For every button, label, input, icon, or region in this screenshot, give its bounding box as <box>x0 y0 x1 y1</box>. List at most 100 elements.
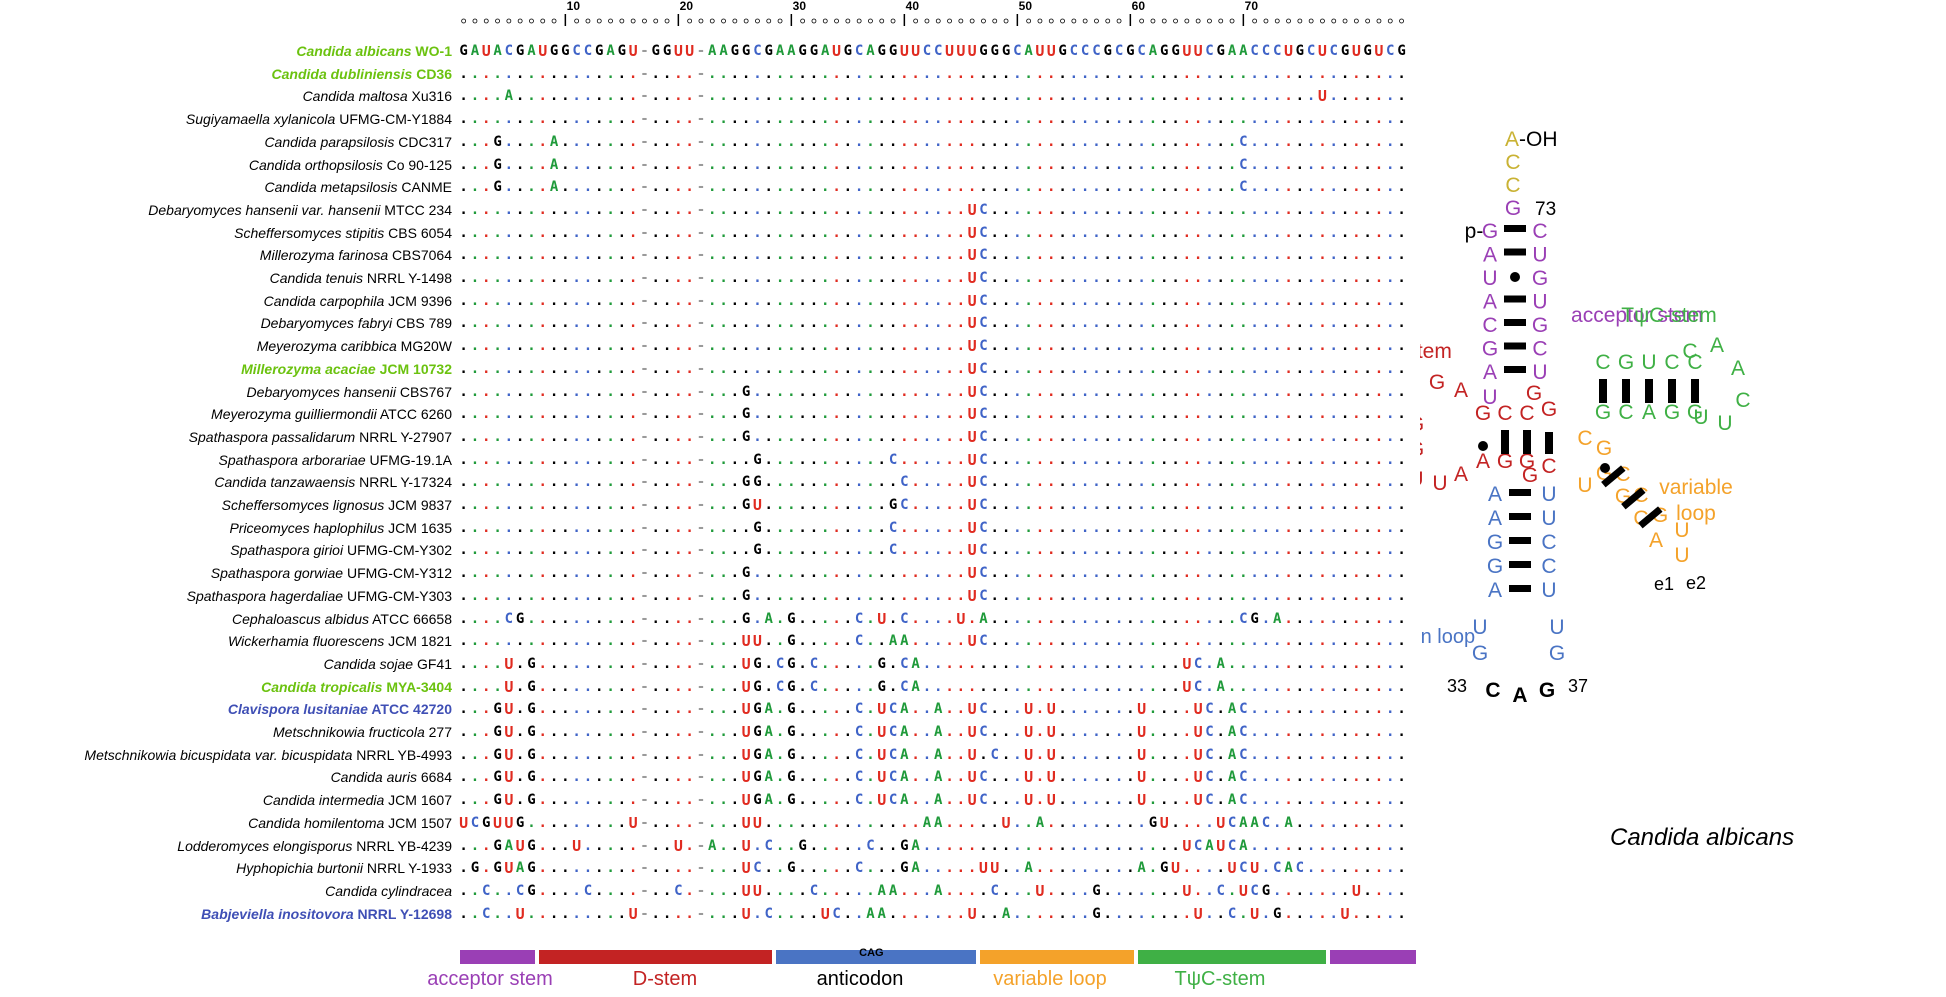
identity-dot: . <box>1249 676 1260 698</box>
identity-dot: . <box>1068 199 1079 221</box>
identity-dot: . <box>1306 267 1317 289</box>
identity-dot: . <box>887 85 898 107</box>
identity-dot: . <box>1339 290 1350 312</box>
identity-dot: . <box>1238 381 1249 403</box>
identity-dot: . <box>910 812 921 834</box>
identity-dot: . <box>582 267 593 289</box>
identity-dot: . <box>1102 358 1113 380</box>
identity-dot: . <box>628 312 639 334</box>
identity-dot: . <box>605 676 616 698</box>
identity-dot: . <box>1113 267 1124 289</box>
identity-dot: . <box>1317 562 1328 584</box>
identity-dot: . <box>797 381 808 403</box>
nucleotide: A <box>1283 812 1294 834</box>
identity-dot: . <box>1102 381 1113 403</box>
identity-dot: . <box>571 312 582 334</box>
identity-dot: . <box>1294 517 1305 539</box>
nucleotide: C <box>978 494 989 516</box>
identity-dot: . <box>1091 176 1102 198</box>
ruler-dot <box>1342 18 1348 24</box>
identity-dot: . <box>560 903 571 925</box>
identity-dot: . <box>1272 267 1283 289</box>
nucleotide: U <box>741 653 752 675</box>
identity-dot: . <box>820 471 831 493</box>
identity-dot: . <box>1373 131 1384 153</box>
ruler-dot <box>834 18 839 24</box>
identity-dot: . <box>1080 903 1091 925</box>
identity-dot: . <box>1046 108 1057 130</box>
nucleotide: A <box>1226 721 1237 743</box>
species-name: Lodderomyces elongisporus NRRL YB-4239 <box>177 835 452 857</box>
nucleotide: U <box>1136 744 1147 766</box>
nucleotide: U <box>537 40 548 62</box>
identity-dot: . <box>628 290 639 312</box>
identity-dot: . <box>797 608 808 630</box>
identity-dot: . <box>526 494 537 516</box>
nucleotide: C <box>978 244 989 266</box>
identity-dot: . <box>1193 608 1204 630</box>
identity-dot: . <box>1181 630 1192 652</box>
identity-dot: . <box>718 857 729 879</box>
identity-dot: . <box>1306 312 1317 334</box>
identity-dot: . <box>1136 381 1147 403</box>
identity-dot: . <box>933 403 944 425</box>
identity-dot: . <box>1215 630 1226 652</box>
identity-dot: . <box>1125 381 1136 403</box>
identity-dot: . <box>526 471 537 493</box>
identity-dot: . <box>1283 766 1294 788</box>
identity-dot: . <box>1272 199 1283 221</box>
identity-dot: . <box>707 335 718 357</box>
identity-dot: . <box>763 676 774 698</box>
ruler-dot <box>1229 18 1235 24</box>
identity-dot: . <box>865 630 876 652</box>
nucleotide: C <box>1385 40 1396 62</box>
identity-dot: . <box>1204 857 1215 879</box>
identity-dot: . <box>1385 449 1396 471</box>
nucleotide: C <box>1238 721 1249 743</box>
identity-dot: . <box>1238 585 1249 607</box>
identity-dot: . <box>1102 903 1113 925</box>
identity-dot: . <box>1102 426 1113 448</box>
identity-dot: . <box>1170 244 1181 266</box>
identity-dot: . <box>661 835 672 857</box>
identity-dot: . <box>481 131 492 153</box>
identity-dot: . <box>1102 562 1113 584</box>
identity-dot: . <box>989 63 1000 85</box>
species-name: Scheffersomyces lignosus JCM 9837 <box>222 494 452 516</box>
nucleotide: C <box>978 222 989 244</box>
identity-dot: . <box>684 880 695 902</box>
identity-dot: . <box>955 698 966 720</box>
nucleotide: U <box>741 857 752 879</box>
base-pair-bar <box>1523 430 1531 454</box>
nucleotide: A <box>887 630 898 652</box>
identity-dot: . <box>910 903 921 925</box>
identity-dot: . <box>1181 857 1192 879</box>
identity-dot: . <box>921 290 932 312</box>
identity-dot: . <box>1147 880 1158 902</box>
identity-dot: . <box>1136 244 1147 266</box>
identity-dot: . <box>854 812 865 834</box>
identity-dot: . <box>854 154 865 176</box>
identity-dot: . <box>661 290 672 312</box>
identity-dot: . <box>1159 63 1170 85</box>
identity-dot: . <box>503 154 514 176</box>
identity-dot: . <box>1351 721 1362 743</box>
identity-dot: . <box>1294 131 1305 153</box>
identity-dot: . <box>469 517 480 539</box>
identity-dot: . <box>1136 312 1147 334</box>
identity-dot: . <box>458 721 469 743</box>
nucleotide: U <box>752 880 763 902</box>
identity-dot: . <box>673 744 684 766</box>
identity-dot: . <box>1204 630 1215 652</box>
identity-dot: . <box>571 335 582 357</box>
identity-dot: . <box>469 267 480 289</box>
identity-dot: . <box>1215 585 1226 607</box>
identity-dot: . <box>560 358 571 380</box>
identity-dot: . <box>1226 494 1237 516</box>
nucleotide: U <box>1023 766 1034 788</box>
species-genus: Sugiyamaella xylanicola <box>186 111 335 127</box>
identity-dot: . <box>1000 426 1011 448</box>
identity-dot: . <box>605 381 616 403</box>
identity-dot: . <box>661 449 672 471</box>
identity-dot: . <box>808 835 819 857</box>
